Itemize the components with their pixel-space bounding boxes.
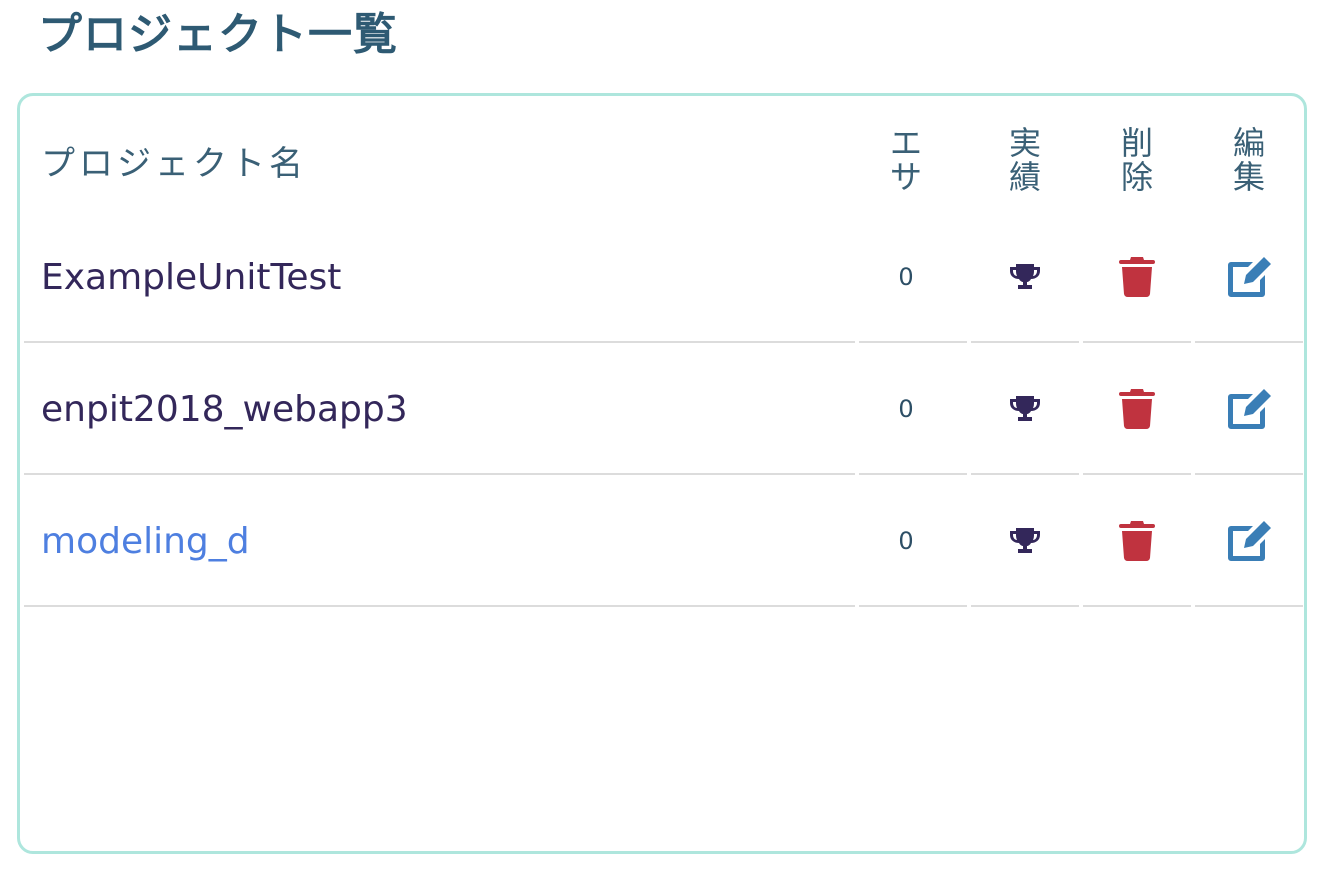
trash-icon[interactable] — [1119, 388, 1155, 430]
trophy-icon[interactable] — [1008, 394, 1042, 424]
cell-esa: 0 — [859, 477, 967, 607]
cell-edit — [1195, 213, 1303, 343]
cell-delete — [1083, 345, 1191, 475]
esa-count: 0 — [898, 395, 914, 423]
header-results-char-2: 績 — [1008, 158, 1041, 196]
header-delete-char-1: 削 — [1120, 124, 1153, 162]
page-title: プロジェクト一覧 — [38, 9, 398, 60]
trophy-icon[interactable] — [1008, 526, 1042, 556]
header-results-char-1: 実 — [1008, 124, 1041, 162]
header-project-name: プロジェクト名 — [41, 143, 307, 184]
trash-icon[interactable] — [1119, 520, 1155, 562]
header-esa-char-1: エ — [889, 124, 922, 162]
cell-delete — [1083, 213, 1191, 343]
header-esa: エ サ — [890, 126, 922, 194]
cell-results — [971, 213, 1079, 343]
edit-icon[interactable] — [1225, 256, 1273, 298]
esa-count: 0 — [898, 527, 914, 555]
header-delete-char-2: 除 — [1120, 158, 1153, 196]
trash-icon[interactable] — [1119, 256, 1155, 298]
cell-esa: 0 — [859, 213, 967, 343]
cell-edit — [1195, 345, 1303, 475]
header-delete: 削 除 — [1121, 126, 1153, 194]
project-name: enpit2018_webapp3 — [41, 388, 408, 430]
header-cell-results: 実 績 — [971, 95, 1079, 225]
cell-esa: 0 — [859, 345, 967, 475]
cell-delete — [1083, 477, 1191, 607]
header-cell-name: プロジェクト名 — [24, 95, 855, 225]
cell-project-name: modeling_d — [24, 477, 855, 607]
esa-count: 0 — [898, 263, 914, 291]
edit-icon[interactable] — [1225, 388, 1273, 430]
cell-project-name: enpit2018_webapp3 — [24, 345, 855, 475]
header-edit-char-1: 編 — [1232, 124, 1265, 162]
trophy-icon[interactable] — [1008, 262, 1042, 292]
header-cell-esa: エ サ — [859, 95, 967, 225]
cell-results — [971, 345, 1079, 475]
header-esa-char-2: サ — [889, 158, 922, 196]
cell-project-name: ExampleUnitTest — [24, 213, 855, 343]
cell-edit — [1195, 477, 1303, 607]
header-edit: 編 集 — [1233, 126, 1265, 194]
project-name: ExampleUnitTest — [41, 256, 342, 298]
header-cell-edit: 編 集 — [1195, 95, 1303, 225]
project-name-link[interactable]: modeling_d — [41, 521, 250, 562]
header-results: 実 績 — [1009, 126, 1041, 194]
header-cell-delete: 削 除 — [1083, 95, 1191, 225]
cell-results — [971, 477, 1079, 607]
edit-icon[interactable] — [1225, 520, 1273, 562]
header-edit-char-2: 集 — [1232, 158, 1265, 196]
